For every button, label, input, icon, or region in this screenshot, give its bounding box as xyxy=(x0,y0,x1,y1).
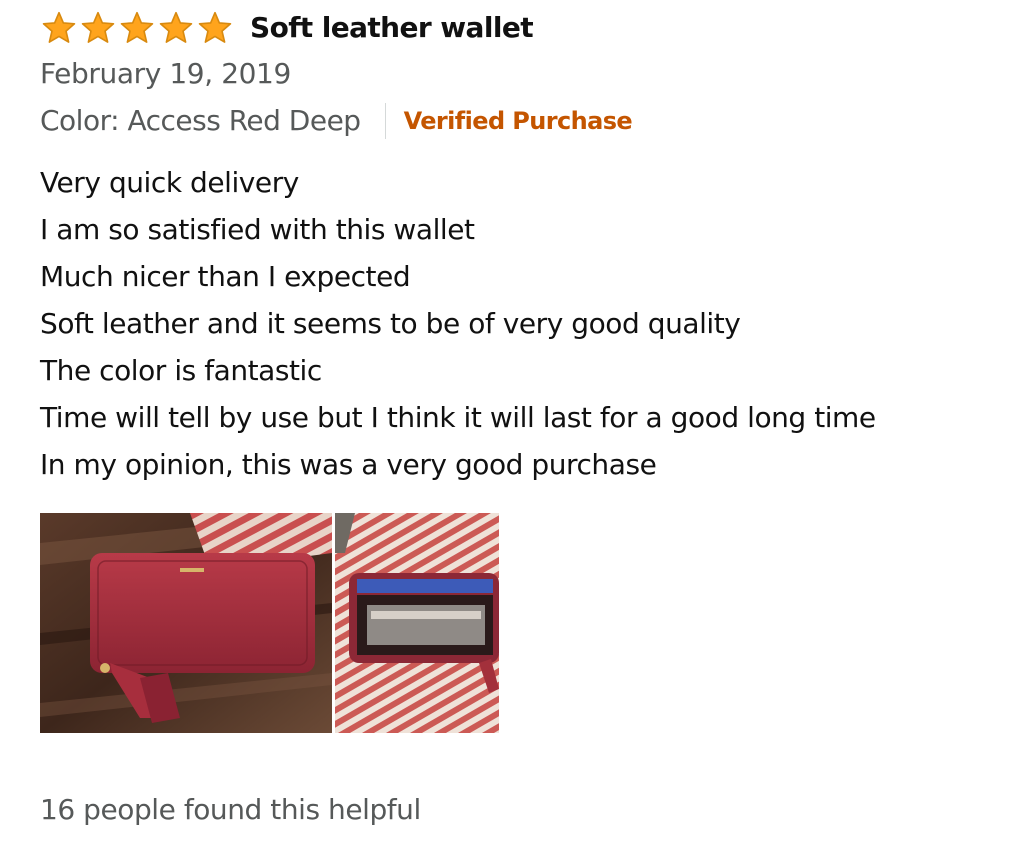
star-icon xyxy=(159,11,193,43)
review-image-thumbnail[interactable] xyxy=(335,513,499,733)
review-body-line: Time will tell by use but I think it wil… xyxy=(40,401,876,434)
meta-divider xyxy=(384,103,386,139)
star-icon xyxy=(120,11,154,43)
star-icon xyxy=(81,11,115,43)
wallet-photo-open-icon xyxy=(335,513,499,733)
review-body-line: Soft leather and it seems to be of very … xyxy=(40,307,741,340)
verified-purchase-badge[interactable]: Verified Purchase xyxy=(404,103,633,139)
review-title[interactable]: Soft leather wallet xyxy=(250,10,534,46)
star-rating[interactable] xyxy=(40,10,238,46)
review-body-line: Very quick delivery xyxy=(40,166,299,199)
color-variant[interactable]: Color: Access Red Deep xyxy=(40,103,361,139)
review-body: Very quick delivery I am so satisfied wit… xyxy=(40,164,1000,493)
star-icon xyxy=(42,11,76,43)
review-body-line: In my opinion, this was a very good purc… xyxy=(40,448,657,481)
review-body-line: Much nicer than I expected xyxy=(40,260,411,293)
review-images xyxy=(40,513,499,733)
helpful-count: 16 people found this helpful xyxy=(40,793,421,826)
star-icon xyxy=(198,11,232,43)
review-body-line: The color is fantastic xyxy=(40,354,322,387)
review-date: February 19, 2019 xyxy=(40,57,291,90)
review-title-row: Soft leather wallet xyxy=(40,8,534,48)
review-image-thumbnail[interactable] xyxy=(40,513,332,733)
review-meta: Color: Access Red Deep Verified Purchase xyxy=(40,103,633,139)
wallet-photo-closed-icon xyxy=(40,513,332,733)
review-body-line: I am so satisfied with this wallet xyxy=(40,213,475,246)
